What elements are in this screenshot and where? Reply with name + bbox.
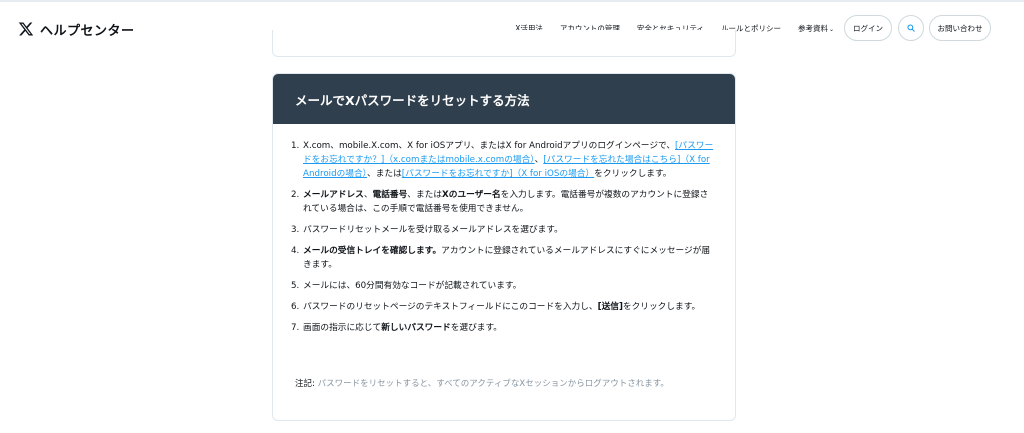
step-number: 7. [291,323,300,333]
list-item: 6. パスワードのリセットページのテキストフィールドにこのコードを入力し、[送信… [291,300,715,314]
article-card: メールでXパスワードをリセットする方法 1. X.com、mobile.X.co… [272,73,736,421]
step-text: メールアドレス、電話番号、またはXのユーザー名を入力します。電話番号が複数のアカ… [303,188,715,216]
step-text: パスワードのリセットページのテキストフィールドにこのコードを入力し、[送信]をク… [303,300,715,314]
step-text-part: をクリックします。 [594,169,672,179]
step-text: 画面の指示に応じて新しいパスワードを選びます。 [303,321,715,335]
step-text-part: を選びます。 [450,323,502,333]
contact-button[interactable]: お問い合わせ [929,15,991,41]
step-text-part: 画面の指示に応じて [303,323,382,333]
note-label: 注記: [295,379,315,389]
note: 注記: パスワードをリセットすると、すべてのアクティブなXセッションからログアウ… [295,377,705,391]
list-item: 5. メールには、60分間有効なコードが記載されています。 [291,279,715,293]
step-emphasis: 新しいパスワード [381,323,451,333]
step-emphasis: [送信] [597,302,623,312]
article-title: メールでXパスワードをリセットする方法 [295,92,530,108]
steps-list: 1. X.com、mobile.X.com、X for iOSアプリ、またはX … [291,139,715,342]
brand-title: ヘルプセンター [40,23,135,39]
step-number: 1. [291,141,300,151]
step-number: 4. [291,246,300,256]
step-emphasis: メールの受信トレイを確認します。 [303,246,442,256]
step-text-part: をクリックします。 [622,302,701,312]
list-item: 2. メールアドレス、電話番号、またはXのユーザー名を入力します。電話番号が複数… [291,188,715,216]
step-text-part: X.com、mobile.X.com、X for iOSアプリ、またはX for… [303,141,676,151]
search-button[interactable] [898,15,924,41]
step-number: 5. [291,281,300,291]
article-header: メールでXパスワードをリセットする方法 [273,74,735,124]
step-text: X.com、mobile.X.com、X for iOSアプリ、またはX for… [303,139,715,181]
brand[interactable]: ヘルプセンター [18,19,135,39]
step-text-part: 、 [534,155,544,165]
nav-resources-dropdown[interactable]: 参考資料⌄ [798,23,834,34]
step-emphasis: メールアドレス [303,190,364,200]
forgot-password-ios-link[interactable]: [パスワードをお忘れですか]（X for iOSの場合） [402,169,594,179]
step-text-part: 、または [367,169,402,179]
x-logo-icon [18,22,34,36]
step-number: 6. [291,302,300,312]
step-emphasis: 電話番号 [372,190,408,200]
chevron-down-icon: ⌄ [828,25,834,33]
nav-resources-label: 参考資料 [797,23,828,33]
step-text-part: 、または [407,190,442,200]
step-number: 2. [291,190,300,200]
step-text: パスワードリセットメールを受け取るメールアドレスを選びます。 [303,225,563,235]
list-item: 3. パスワードリセットメールを受け取るメールアドレスを選びます。 [291,223,715,237]
step-text-part: パスワードのリセットページのテキストフィールドにこのコードを入力し、 [303,302,598,312]
step-text: メールの受信トレイを確認します。アカウントに登録されているメールアドレスにすぐに… [303,244,715,272]
step-number: 3. [291,225,300,235]
step-emphasis: Xのユーザー名 [442,190,501,200]
list-item: 7. 画面の指示に応じて新しいパスワードを選びます。 [291,321,715,335]
note-text: パスワードをリセットすると、すべてのアクティブなXセッションからログアウトされま… [317,379,669,389]
previous-section-card [272,30,736,57]
list-item: 1. X.com、mobile.X.com、X for iOSアプリ、またはX … [291,139,715,181]
login-button[interactable]: ログイン [844,15,892,41]
step-text-part: 、 [363,190,373,200]
list-item: 4. メールの受信トレイを確認します。アカウントに登録されているメールアドレスに… [291,244,715,272]
search-icon [907,24,915,32]
step-text: メールには、60分間有効なコードが記載されています。 [303,281,522,291]
